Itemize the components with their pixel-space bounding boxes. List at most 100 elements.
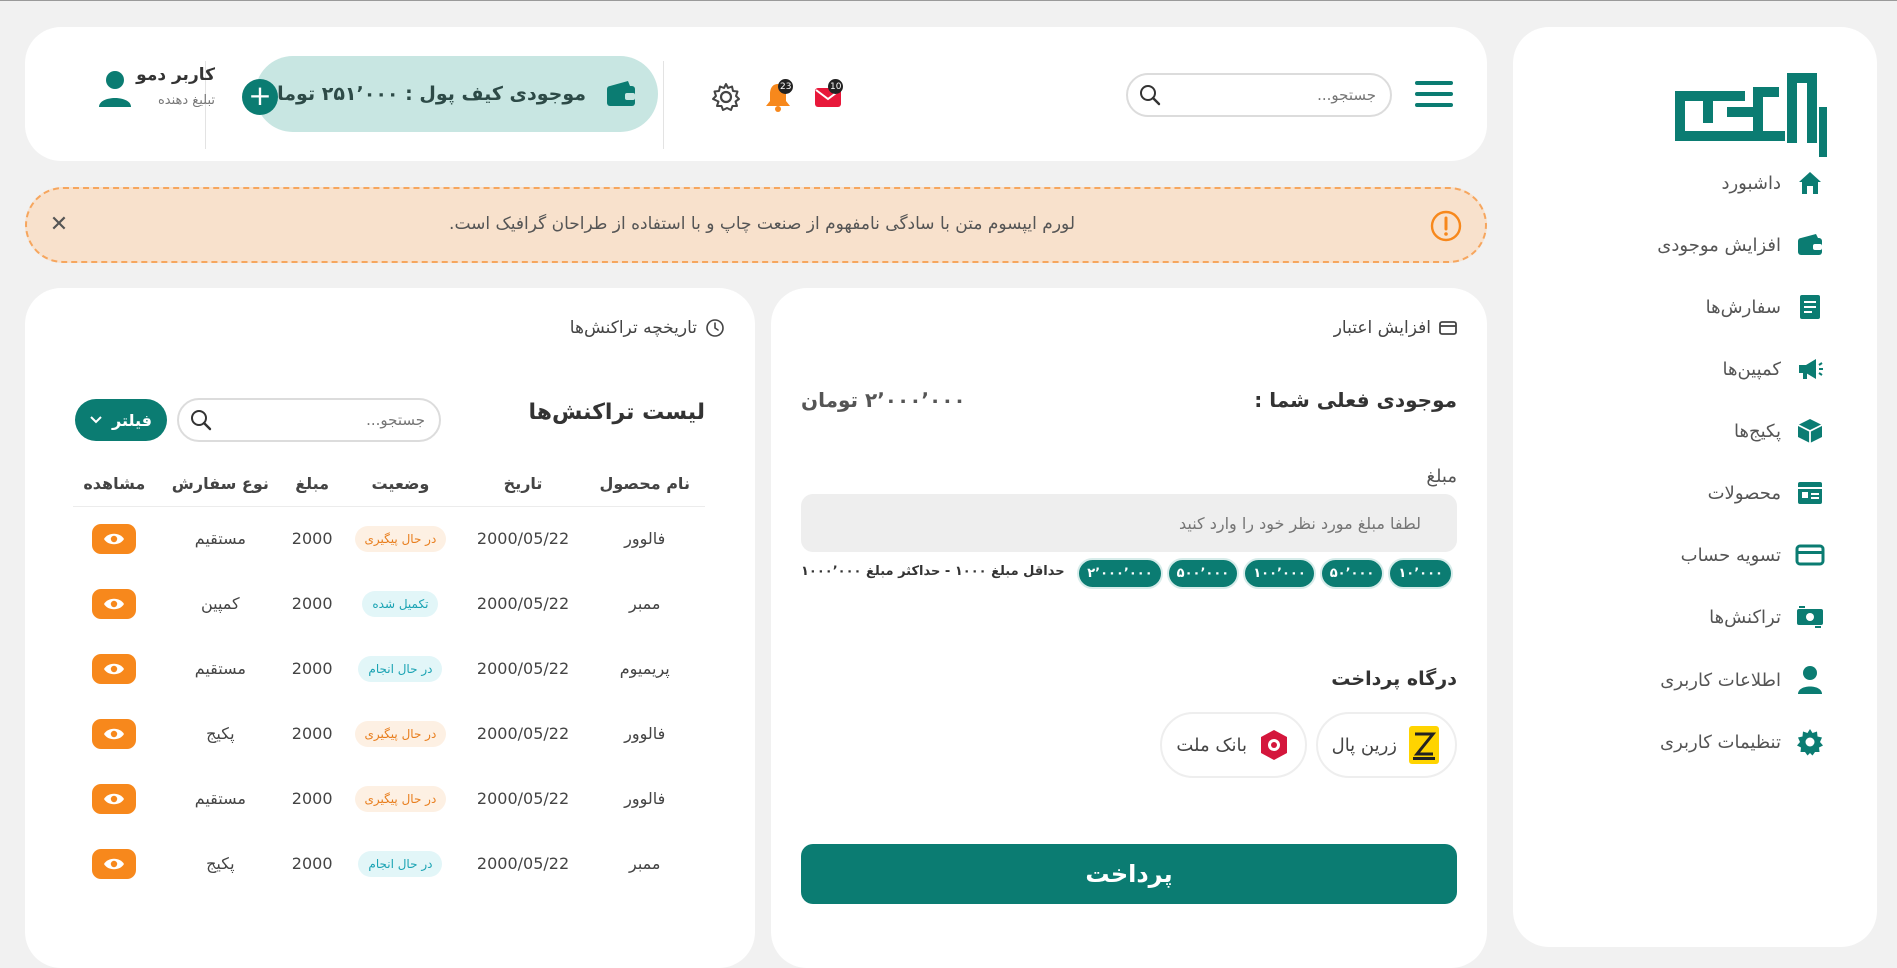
- search-icon[interactable]: [189, 408, 213, 432]
- sidebar-item-label: افزایش موجودی: [1657, 234, 1781, 256]
- card-icon: [1439, 321, 1457, 335]
- pay-button[interactable]: پرداخت: [801, 844, 1457, 904]
- amount-preset-chip[interactable]: ۱۰۰٬۰۰۰: [1243, 558, 1316, 589]
- amount-preset-chip[interactable]: ۱۰٬۰۰۰: [1388, 558, 1453, 589]
- cell-date: 2000/05/22: [476, 659, 570, 678]
- cell-product: فالوور: [624, 724, 666, 743]
- cell-status: در حال انجام: [339, 636, 461, 701]
- eye-icon: [104, 793, 125, 804]
- cell-amount: 2000: [291, 724, 333, 743]
- view-button[interactable]: [92, 523, 137, 554]
- status-badge: در حال پیگیری: [354, 785, 447, 812]
- panel-title: افزایش اعتبار: [1334, 318, 1457, 338]
- view-button[interactable]: [92, 848, 137, 879]
- sidebar-item-4[interactable]: پکیج‌ها: [1545, 411, 1825, 451]
- filter-label: فیلتر: [111, 410, 153, 430]
- sidebar-item-7[interactable]: تراکنش‌ها: [1545, 597, 1825, 637]
- info-alert: لورم ایپسوم متن با سادگی نامفهوم از صنعت…: [25, 187, 1487, 263]
- amount-input[interactable]: [801, 494, 1457, 552]
- sidebar-item-label: سفارش‌ها: [1705, 296, 1781, 318]
- sidebar-item-9[interactable]: تنظیمات کاربری: [1545, 722, 1825, 762]
- cell-order-type: پکیج: [206, 854, 235, 873]
- gateway-mellat[interactable]: بانک ملت: [1160, 712, 1307, 778]
- sidebar-item-8[interactable]: اطلاعات کاربری: [1545, 660, 1825, 700]
- gateway-label-text: بانک ملت: [1176, 734, 1247, 756]
- eye-icon: [104, 728, 125, 739]
- view-button[interactable]: [92, 718, 137, 749]
- view-button[interactable]: [92, 588, 137, 619]
- status-badge: در حال انجام: [358, 850, 443, 877]
- menu-toggle-icon[interactable]: [1415, 81, 1453, 109]
- sidebar-item-5[interactable]: محصولات: [1545, 473, 1825, 513]
- transactions-search[interactable]: [177, 398, 441, 442]
- sidebar-item-label: تنظیمات کاربری: [1660, 731, 1781, 753]
- notifications-button[interactable]: 23: [758, 77, 798, 117]
- cell-view: [73, 636, 156, 701]
- cell-view: [73, 506, 156, 571]
- top-header: 10 23 موجودی کیف پول : ۲۵۱٬۰۰۰ تومان + ک…: [25, 27, 1487, 161]
- column-header: نوع سفارش: [155, 462, 286, 507]
- search-icon[interactable]: [1138, 83, 1162, 107]
- transactions-search-input[interactable]: [255, 411, 425, 429]
- cell-view: [73, 766, 156, 831]
- cell-order-type: پکیج: [206, 724, 235, 743]
- brand-logo: [1675, 73, 1827, 157]
- view-button[interactable]: [92, 653, 137, 684]
- table-row: ممبر 2000/05/22 در حال انجام 2000 پکیج: [73, 831, 705, 896]
- gateway-label: درگاه پرداخت: [1331, 668, 1457, 690]
- cell-date: 2000/05/22: [476, 854, 570, 873]
- cell-amount: 2000: [291, 529, 333, 549]
- card-icon: [1795, 540, 1825, 570]
- table-row: پریمیوم 2000/05/22 در حال انجام 2000 مستقیم: [73, 636, 705, 701]
- sidebar-item-2[interactable]: سفارش‌ها: [1545, 287, 1825, 327]
- cell-order-type: مستقیم: [194, 529, 246, 549]
- sidebar-item-0[interactable]: داشبورد: [1545, 163, 1825, 203]
- amount-preset-chip[interactable]: ۵۰۰٬۰۰۰: [1166, 558, 1240, 589]
- balance-label: موجودی فعلی شما :: [1254, 388, 1457, 412]
- zarinpal-logo: [1409, 726, 1439, 764]
- wallet-icon: [607, 81, 635, 106]
- sidebar-item-3[interactable]: کمپین‌ها: [1545, 349, 1825, 389]
- status-badge: در حال پیگیری: [354, 525, 447, 552]
- mellat-logo: [1261, 730, 1287, 760]
- header-search-input[interactable]: [1206, 86, 1376, 104]
- cell-amount: 2000: [291, 854, 333, 873]
- eye-icon: [104, 663, 125, 674]
- user-name: کاربر دمو: [136, 65, 215, 85]
- amount-preset-chip[interactable]: ۵۰٬۰۰۰: [1319, 558, 1385, 589]
- cell-amount: 2000: [291, 789, 333, 808]
- settings-button[interactable]: [706, 77, 746, 117]
- sidebar-item-1[interactable]: افزایش موجودی: [1545, 225, 1825, 265]
- add-funds-button[interactable]: +: [242, 79, 278, 115]
- close-icon[interactable]: ✕: [47, 213, 71, 237]
- sidebar-item-6[interactable]: تسویه حساب: [1545, 535, 1825, 575]
- amount-preset-chip[interactable]: ۲٬۰۰۰٬۰۰۰: [1077, 558, 1163, 589]
- cell-amount: 2000: [291, 659, 333, 678]
- column-header: نام محصول: [584, 462, 705, 507]
- sidebar-item-label: اطلاعات کاربری: [1660, 669, 1781, 691]
- transactions-panel: تاریخچه تراکنش‌ها لیست تراکنش‌ها فیلتر ن…: [25, 288, 755, 968]
- gateway-zarinpal[interactable]: زرین پال: [1315, 712, 1457, 778]
- cell-order-type: مستقیم: [194, 659, 246, 678]
- panel-title-text: تاریخچه تراکنش‌ها: [569, 318, 697, 338]
- balance-value: ۲٬۰۰۰٬۰۰۰ تومان: [801, 388, 966, 412]
- table-header-row: نام محصول تاریخ وضعیت مبلغ نوع سفارش مشا…: [73, 462, 705, 507]
- mail-button[interactable]: 10: [808, 77, 848, 117]
- warning-icon: [1430, 210, 1462, 242]
- cell-status: در حال پیگیری: [339, 766, 461, 831]
- view-button[interactable]: [92, 783, 137, 814]
- user-profile[interactable]: کاربر دمو تبلیغ دهنده: [65, 65, 215, 125]
- cell-date: 2000/05/22: [476, 724, 570, 743]
- box-icon: [1795, 416, 1825, 446]
- header-search[interactable]: [1126, 73, 1392, 117]
- gear-icon: [1795, 727, 1825, 757]
- panel-title: تاریخچه تراکنش‌ها: [570, 318, 725, 338]
- table-row: فالوور 2000/05/22 در حال پیگیری 2000 مستقیم: [73, 506, 705, 571]
- table-row: فالوور 2000/05/22 در حال پیگیری 2000 مستقیم: [73, 766, 705, 831]
- header-divider: [663, 61, 664, 149]
- home-icon: [1795, 168, 1825, 198]
- avatar: [99, 71, 131, 107]
- alert-message: لورم ایپسوم متن با سادگی نامفهوم از صنعت…: [449, 214, 1075, 234]
- eye-icon: [104, 858, 125, 869]
- filter-button[interactable]: فیلتر: [75, 399, 167, 441]
